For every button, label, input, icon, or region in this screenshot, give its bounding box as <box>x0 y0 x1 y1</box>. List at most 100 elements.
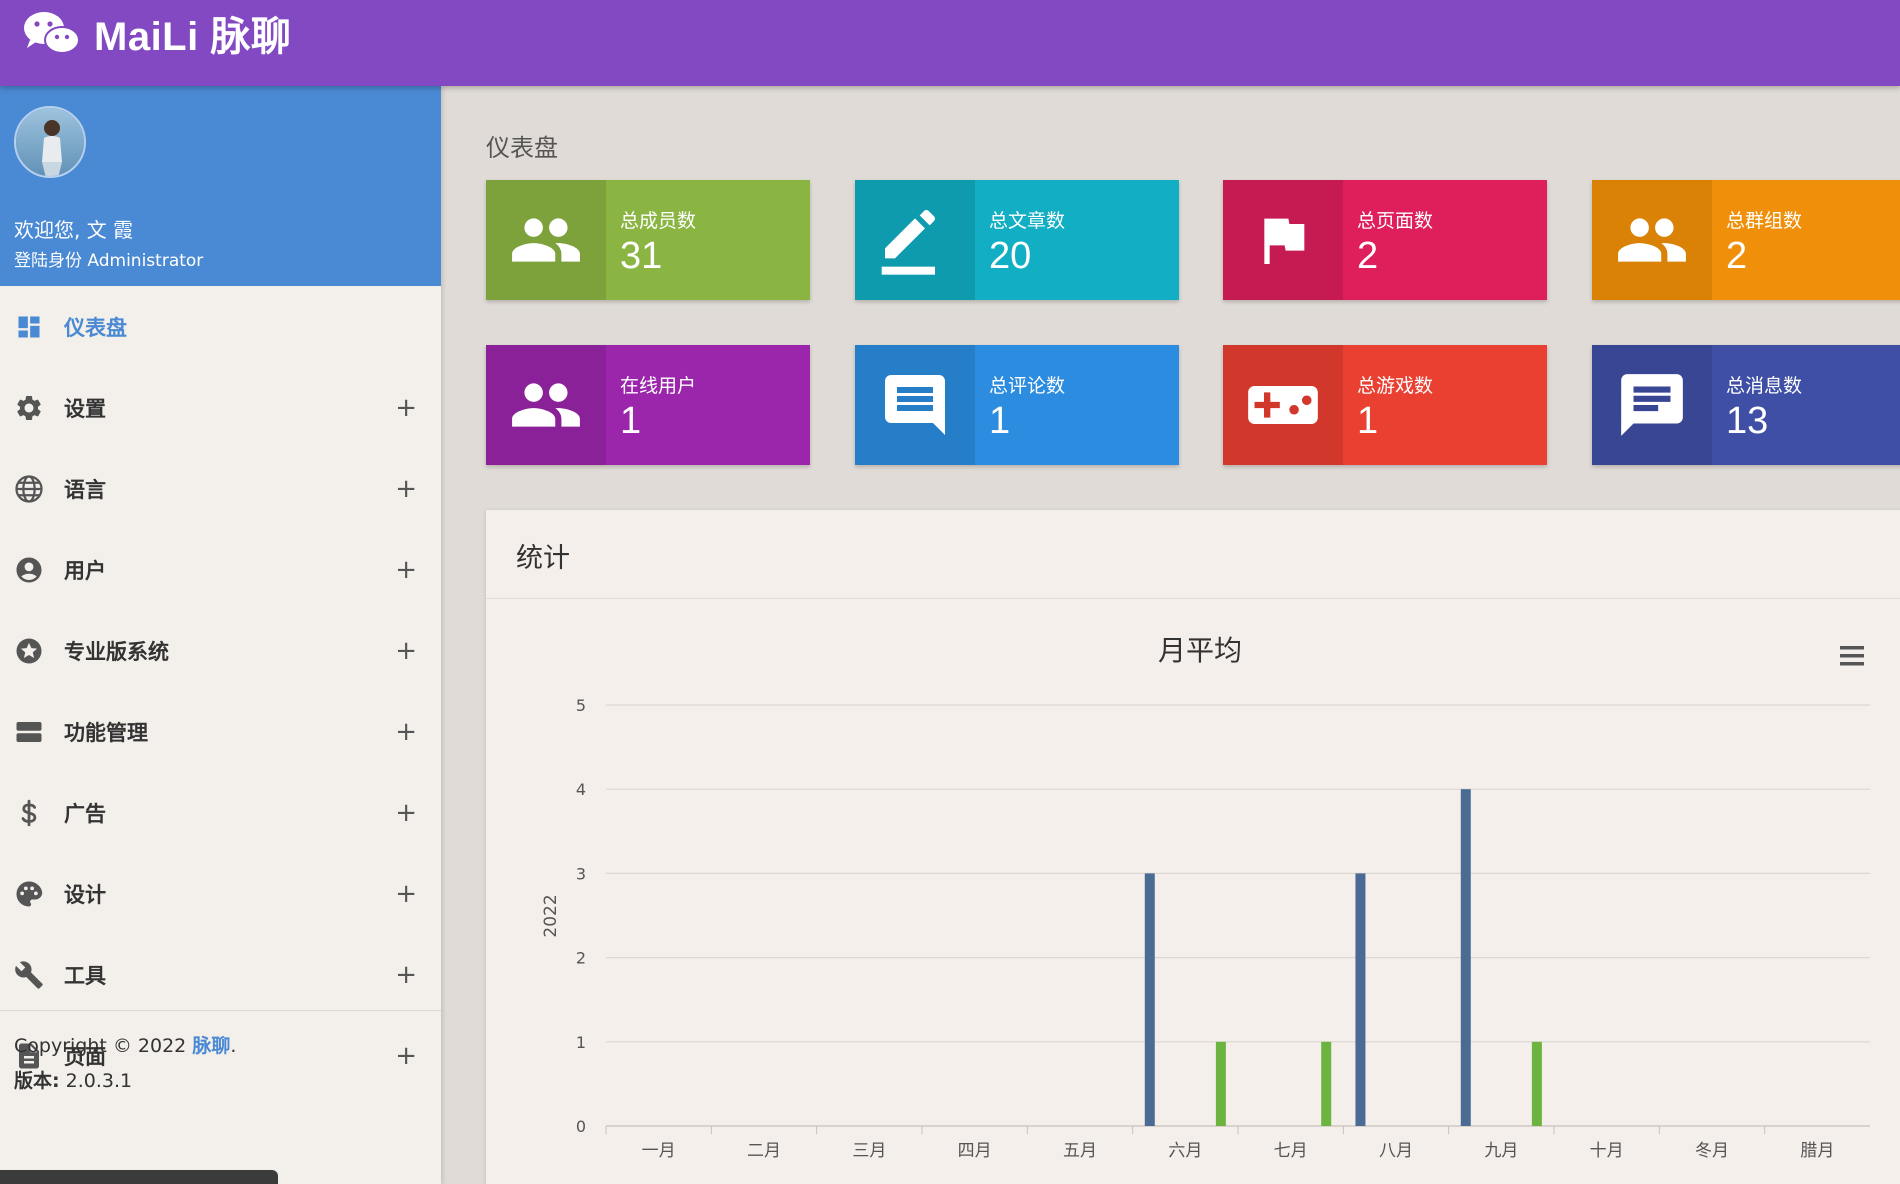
y-tick-label: 1 <box>576 1033 586 1052</box>
stat-card-body: 总消息数 13 <box>1712 345 1802 465</box>
y-tick-label: 5 <box>576 696 586 715</box>
bar <box>1321 1041 1332 1126</box>
stat-card-label: 总文章数 <box>989 210 1066 232</box>
stat-card-games[interactable]: 总游戏数 1 <box>1223 345 1547 465</box>
stat-card-body: 总成员数 31 <box>606 180 696 300</box>
comment-icon <box>855 345 975 465</box>
globe-icon <box>14 474 44 504</box>
y-axis-label: 2022 <box>541 894 561 937</box>
x-tick-label: 四月 <box>958 1141 992 1161</box>
x-tick-label: 六月 <box>1168 1141 1202 1161</box>
bar <box>1215 1041 1226 1126</box>
sidebar-item-language[interactable]: 语言 + <box>0 448 441 529</box>
stats-panel-title: 统计 <box>486 510 1900 599</box>
expand-icon[interactable]: + <box>395 393 417 423</box>
users-icon <box>1592 180 1712 300</box>
stat-card-body: 总页面数 2 <box>1343 180 1433 300</box>
copyright-period: . <box>230 1035 237 1057</box>
role-text: 登陆身份 Administrator <box>14 251 204 271</box>
stat-card-label: 总评论数 <box>989 375 1066 397</box>
sidebar-item-label: 专业版系统 <box>64 639 169 664</box>
stat-card-label: 总页面数 <box>1357 210 1434 232</box>
sidebar-item-users[interactable]: 用户 + <box>0 529 441 610</box>
x-tick-label: 七月 <box>1274 1141 1308 1161</box>
expand-icon[interactable]: + <box>395 798 417 828</box>
chart-menu-icon[interactable] <box>1840 646 1864 666</box>
sidebar-item-label: 设计 <box>64 882 106 907</box>
bar <box>1144 873 1155 1126</box>
stat-card-articles[interactable]: 总文章数 20 <box>855 180 1179 300</box>
sidebar-item-label: 语言 <box>64 477 106 502</box>
sidebar-item-design[interactable]: 设计 + <box>0 853 441 934</box>
expand-icon[interactable]: + <box>395 960 417 990</box>
expand-icon[interactable]: + <box>395 879 417 909</box>
bar <box>1460 789 1471 1126</box>
message-icon <box>1592 345 1712 465</box>
x-tick-label: 十月 <box>1590 1141 1624 1161</box>
flag-icon <box>1223 180 1343 300</box>
x-tick-label: 冬月 <box>1695 1141 1729 1161</box>
stat-card-body: 总文章数 20 <box>975 180 1065 300</box>
stat-card-value: 13 <box>1726 400 1769 442</box>
stat-card-label: 总成员数 <box>620 210 697 232</box>
top-bar: MaiLi 脉聊 <box>0 0 1900 86</box>
y-tick-label: 4 <box>576 780 586 799</box>
x-tick-label: 三月 <box>852 1141 886 1161</box>
wechat-logo-icon[interactable] <box>22 10 82 56</box>
stat-card-label: 在线用户 <box>620 375 697 397</box>
status-bar-url <box>0 1170 278 1184</box>
brand-link[interactable]: 脉聊 <box>192 1035 230 1057</box>
x-tick-label: 八月 <box>1379 1141 1413 1161</box>
stat-card-value: 1 <box>1357 400 1379 442</box>
sidebar-item-label: 工具 <box>64 963 106 988</box>
sidebar-item-dashboard[interactable]: 仪表盘 <box>0 286 441 367</box>
y-tick-label: 0 <box>576 1117 586 1136</box>
avatar[interactable] <box>14 106 86 178</box>
users-icon <box>486 180 606 300</box>
stat-card-groups[interactable]: 总群组数 2 <box>1592 180 1900 300</box>
sidebar-item-features[interactable]: 功能管理 + <box>0 691 441 772</box>
y-tick-label: 2 <box>576 949 586 968</box>
sidebar-item-tools[interactable]: 工具 + <box>0 934 441 1015</box>
stat-card-pages[interactable]: 总页面数 2 <box>1223 180 1547 300</box>
stat-card-value: 1 <box>620 400 642 442</box>
y-tick-label: 3 <box>576 864 586 883</box>
stat-card-value: 20 <box>989 235 1032 277</box>
stat-card-label: 总群组数 <box>1726 210 1803 232</box>
sidebar-item-label: 用户 <box>64 558 106 583</box>
stat-card-body: 总评论数 1 <box>975 345 1065 465</box>
expand-icon[interactable]: + <box>395 555 417 585</box>
stat-card-online-users[interactable]: 在线用户 1 <box>486 345 810 465</box>
server-icon <box>14 717 44 747</box>
version-label: 版本: <box>14 1070 60 1092</box>
x-tick-label: 二月 <box>747 1141 781 1161</box>
expand-icon[interactable]: + <box>395 717 417 747</box>
expand-icon[interactable]: + <box>395 636 417 666</box>
stat-card-body: 在线用户 1 <box>606 345 696 465</box>
user-circle-icon <box>14 555 44 585</box>
stat-card-comments[interactable]: 总评论数 1 <box>855 345 1179 465</box>
copyright-text: Copyright © 2022 <box>14 1035 193 1057</box>
brand-title[interactable]: MaiLi 脉聊 <box>94 4 291 62</box>
expand-icon[interactable]: + <box>395 474 417 504</box>
stat-card-messages[interactable]: 总消息数 13 <box>1592 345 1900 465</box>
stat-card-body: 总游戏数 1 <box>1343 345 1433 465</box>
monthly-average-chart: 月平均 2022 0 1 2 3 4 5 一月 二月 三月 四月 五月 六月 七月 八月 九月 十月 冬月 腊月 <box>541 634 1870 1161</box>
sidebar-item-label: 广告 <box>64 801 106 826</box>
sidebar-item-label: 功能管理 <box>64 720 148 745</box>
stat-card-members[interactable]: 总成员数 31 <box>486 180 810 300</box>
stat-card-value: 31 <box>620 235 663 277</box>
sidebar-item-ads[interactable]: 广告 + <box>0 772 441 853</box>
bar <box>1531 1041 1542 1126</box>
pencil-icon <box>855 180 975 300</box>
x-tick-label: 五月 <box>1063 1141 1097 1161</box>
x-tick-label: 腊月 <box>1800 1141 1834 1161</box>
stat-card-body: 总群组数 2 <box>1712 180 1802 300</box>
palette-icon <box>14 879 44 909</box>
sidebar-item-settings[interactable]: 设置 + <box>0 367 441 448</box>
welcome-text: 欢迎您, 文 霞 <box>14 218 134 242</box>
stat-card-value: 2 <box>1357 235 1379 277</box>
sidebar-item-pro-system[interactable]: 专业版系统 + <box>0 610 441 691</box>
sidebar-menu: 仪表盘 设置 + 语言 + 用户 + 专业版系统 + 功能管理 + 广告 + 设… <box>0 286 441 1096</box>
stat-card-value: 1 <box>989 400 1011 442</box>
